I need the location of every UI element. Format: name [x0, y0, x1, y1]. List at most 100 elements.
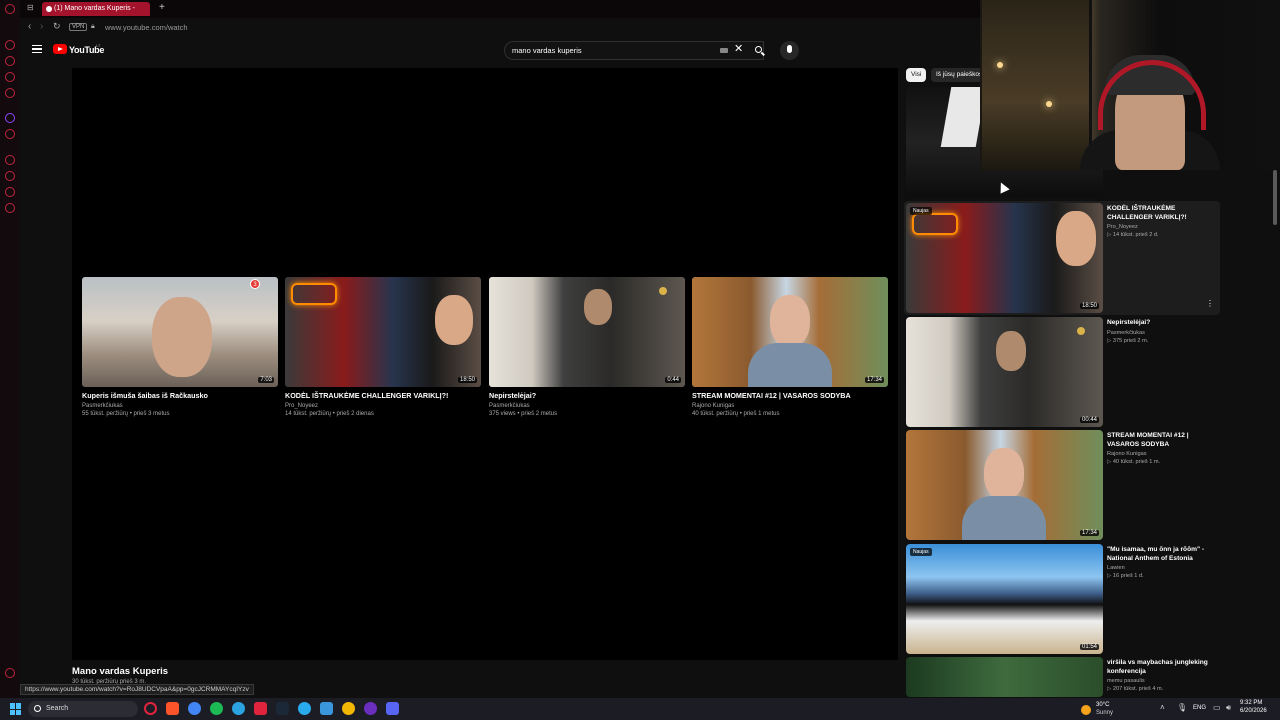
discord-icon[interactable]	[386, 702, 399, 715]
search-button[interactable]	[749, 41, 769, 60]
duration-label: 17:34	[1079, 530, 1099, 536]
video-title[interactable]: viršila vs maybachas jungleking konferen…	[1107, 659, 1219, 676]
video-player[interactable]: 3 7:03 Kuperis išmuša šaibas iš Račkausk…	[72, 68, 898, 660]
sidebar-app-icon[interactable]	[5, 56, 15, 66]
end-screen-card[interactable]: 18:50 KODĖL IŠTRAUKĖME CHALLENGER VARIKL…	[285, 277, 481, 418]
thumbnail[interactable]: 18:50	[285, 277, 481, 387]
video-meta: ▷ 14 tūkst. prieš 2 d.	[1107, 232, 1159, 238]
keyboard-icon[interactable]	[720, 48, 728, 53]
channel-name[interactable]: Pasmerkčiukas	[82, 402, 278, 410]
scrollbar[interactable]	[1273, 170, 1277, 225]
list-item[interactable]: viršila vs maybachas jungleking konferen…	[906, 657, 1222, 697]
reload-icon[interactable]: ↻	[53, 21, 61, 32]
monitor-icon[interactable]: ▭	[1213, 703, 1221, 712]
opera-gx-icon[interactable]	[144, 702, 157, 715]
sidebar-app-icon[interactable]	[5, 40, 15, 50]
thumbnail[interactable]	[906, 657, 1103, 697]
taskbar-search[interactable]: Search	[28, 701, 138, 717]
list-item[interactable]: 17:34 STREAM MOMENTAI #12 | VASAROS SODY…	[906, 430, 1222, 540]
language-indicator[interactable]: ENG	[1193, 705, 1206, 711]
chrome-icon[interactable]	[188, 702, 201, 715]
forward-icon[interactable]: ›	[40, 21, 43, 32]
clock-date[interactable]: 6/20/2026	[1240, 708, 1267, 714]
url-field[interactable]: www.youtube.com/watch	[105, 23, 188, 32]
notepad-icon[interactable]	[320, 702, 333, 715]
sidebar-app-icon[interactable]	[5, 88, 15, 98]
list-item[interactable]: Naujas 18:50 KODĖL IŠTRAUKĖME CHALLENGER…	[906, 203, 1222, 313]
video-title[interactable]: STREAM MOMENTAI #12 | VASAROS SODYBA	[692, 391, 888, 400]
channel-name[interactable]: Pasmerkčiukas	[489, 402, 685, 410]
list-item[interactable]: 00:44 Nepirstelėjai? Pasmerkčiukas ▷ 375…	[906, 317, 1222, 427]
vpn-badge[interactable]: VPN	[69, 23, 88, 31]
channel-name[interactable]: Pro_Noyeez	[285, 402, 481, 410]
thumbnail[interactable]: 3 7:03	[82, 277, 278, 387]
mic-icon[interactable]: 🎙︎	[1177, 703, 1187, 712]
steam-icon[interactable]	[276, 702, 289, 715]
voice-search-button[interactable]	[780, 41, 799, 60]
settings-icon[interactable]	[5, 203, 15, 213]
video-title[interactable]: KODĖL IŠTRAUKĖME CHALLENGER VARIKLĮ?!	[1107, 205, 1219, 222]
thumbnail[interactable]: 17:34	[692, 277, 888, 387]
webcam-overlay	[980, 0, 1280, 170]
duration-label: 7:03	[258, 377, 274, 383]
thumbnail[interactable]: Naujas 18:50	[906, 203, 1103, 313]
brave-icon[interactable]	[166, 702, 179, 715]
list-item[interactable]: Naujas 01:54 "Mu isamaa, mu õnn ja rõõm"…	[906, 544, 1222, 654]
channel-name[interactable]: Rajono Kunigas	[1107, 451, 1219, 457]
end-screen-card[interactable]: 0:44 Nepirstelėjai? Pasmerkčiukas 375 vi…	[489, 277, 685, 418]
video-title[interactable]: Nepirstelėjai?	[489, 391, 685, 400]
video-title[interactable]: STREAM MOMENTAI #12 | VASAROS SODYBA	[1107, 432, 1219, 449]
tab-title: (1) Mano vardas Kuperis -	[54, 5, 135, 12]
clock-time[interactable]: 9:32 PM	[1240, 700, 1262, 706]
back-icon[interactable]: ‹	[28, 21, 31, 32]
chip-all[interactable]: Visi	[906, 68, 927, 82]
video-title[interactable]: "Mu isamaa, mu õnn ja rõõm" - National A…	[1107, 546, 1219, 563]
app-icon[interactable]	[232, 702, 245, 715]
search-icon	[34, 705, 41, 712]
spotify-icon[interactable]	[210, 702, 223, 715]
more-options-icon[interactable]: ⋮	[1206, 299, 1214, 308]
duration-label: 17:34	[864, 377, 884, 383]
channel-name[interactable]: Pasmerkčiukas	[1107, 330, 1219, 336]
channel-name[interactable]: memu pasaulis	[1107, 678, 1219, 684]
thumbnail[interactable]: 00:44	[906, 317, 1103, 427]
sidebar-app-icon[interactable]	[5, 171, 15, 181]
menu-icon[interactable]	[32, 45, 42, 53]
app-icon[interactable]	[364, 702, 377, 715]
thumbnail[interactable]: 17:34	[906, 430, 1103, 540]
lock-icon[interactable]: 🔒︎	[91, 23, 95, 31]
video-title[interactable]: KODĖL IŠTRAUKĖME CHALLENGER VARIKLĮ?!	[285, 391, 481, 400]
video-title[interactable]: Nepirstelėjai?	[1107, 319, 1219, 328]
opera-logo-icon[interactable]	[5, 4, 15, 14]
sidebar-app-icon[interactable]	[5, 72, 15, 82]
video-title[interactable]: Kuperis išmuša šaibas iš Račkausko	[82, 391, 278, 400]
coin-icon	[659, 287, 667, 295]
channel-name[interactable]: Pro_Noyeez	[1107, 224, 1219, 230]
duration-label: 01:54	[1079, 644, 1099, 650]
chrome-icon[interactable]	[342, 702, 355, 715]
youtube-logo-icon[interactable]	[53, 44, 67, 54]
chevron-up-icon[interactable]: ˄	[1160, 703, 1165, 712]
twitch-icon[interactable]	[5, 113, 15, 123]
volume-icon[interactable]: 🔊︎	[1226, 703, 1231, 713]
sidebar-app-icon[interactable]	[5, 129, 15, 139]
tab-youtube[interactable]: (1) Mano vardas Kuperis -	[42, 2, 150, 16]
thumbnail[interactable]: Naujas 01:54	[906, 544, 1103, 654]
channel-name[interactable]: Rajono Kunigas	[692, 402, 888, 410]
sidebar-more-icon[interactable]	[5, 668, 15, 678]
thumbnail[interactable]: 0:44	[489, 277, 685, 387]
history-icon[interactable]	[5, 155, 15, 165]
telegram-icon[interactable]	[298, 702, 311, 715]
end-screen-card[interactable]: 3 7:03 Kuperis išmuša šaibas iš Račkausk…	[82, 277, 278, 418]
clear-search-icon[interactable]: ✕	[734, 42, 743, 55]
chip-from-search[interactable]: Iš jūsų paieškos	[931, 68, 988, 82]
app-icon[interactable]	[254, 702, 267, 715]
end-screen-card[interactable]: 17:34 STREAM MOMENTAI #12 | VASAROS SODY…	[692, 277, 888, 418]
channel-name[interactable]: Lawien	[1107, 565, 1219, 571]
tab-menu-icon[interactable]: ⊟	[27, 3, 34, 12]
sun-icon	[1081, 705, 1091, 715]
windows-start-icon[interactable]	[10, 703, 22, 715]
new-tab-button[interactable]: +	[159, 2, 165, 13]
sidebar-app-icon[interactable]	[5, 187, 15, 197]
video-meta: ▷ 40 tūkst. prieš 1 m.	[1107, 459, 1161, 465]
